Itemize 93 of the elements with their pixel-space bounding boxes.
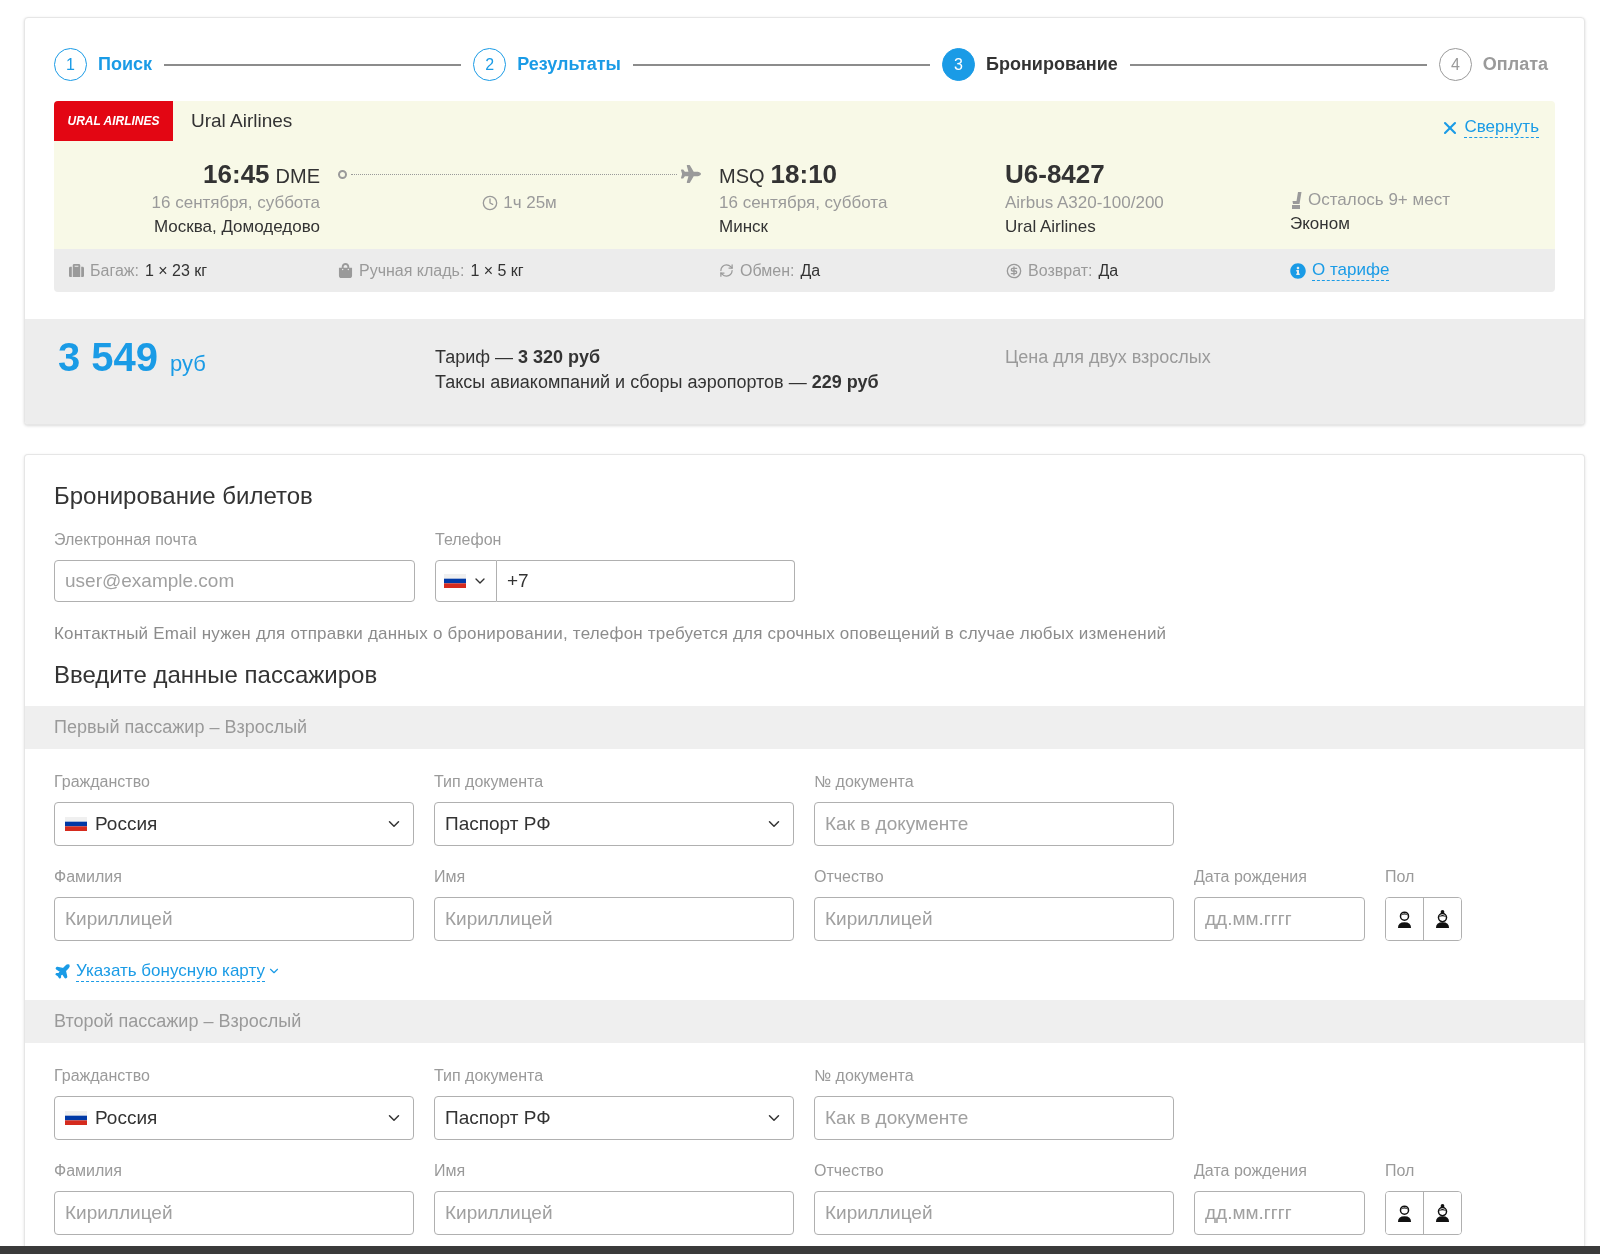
text-field[interactable]: Кириллицей <box>814 897 1174 941</box>
fare-line: Тариф — 3 320 руб <box>435 346 600 369</box>
man-icon <box>1397 910 1412 928</box>
text-field[interactable]: Кириллицей <box>54 1191 414 1235</box>
operator-name: Ural Airlines <box>1005 216 1096 238</box>
suitcase-icon <box>69 263 84 278</box>
date-field[interactable]: дд.мм.гггг <box>1194 1191 1365 1235</box>
field-label: Имя <box>434 1161 466 1181</box>
condition-label: Ручная кладь: <box>359 260 465 281</box>
text-field[interactable]: Кириллицей <box>434 897 794 941</box>
field-label: Тип документа <box>434 1066 544 1086</box>
aircraft-model: Airbus A320-100/200 <box>1005 192 1164 214</box>
flag-icon <box>65 1111 87 1125</box>
email-field[interactable]: user@example.com <box>54 560 415 602</box>
field-label: Гражданство <box>54 1066 150 1086</box>
man-icon <box>1397 1204 1412 1222</box>
flag-icon <box>65 817 87 831</box>
bag-icon <box>338 263 353 278</box>
coin-icon <box>1006 262 1022 279</box>
passenger-header: Первый пассажир – Взрослый <box>25 706 1584 749</box>
step-label: Бронирование <box>986 53 1118 76</box>
arrival-date: 16 сентября, суббота <box>719 192 888 214</box>
female-button[interactable] <box>1423 1192 1461 1234</box>
field-label: № документа <box>814 772 914 792</box>
text-field[interactable]: Кириллицей <box>814 1191 1174 1235</box>
step-number: 2 <box>473 48 507 81</box>
seat-icon <box>1290 191 1302 209</box>
phone-field[interactable]: +7 <box>497 560 795 602</box>
field-label: Имя <box>434 867 466 887</box>
condition-label: Багаж: <box>90 260 139 281</box>
field-label: Отчество <box>814 1161 884 1181</box>
text-field[interactable]: Как в документе <box>814 802 1174 846</box>
taxes-line: Таксы авиакомпаний и сборы аэропортов — 229 руб <box>435 371 879 394</box>
condition-value: 1 × 5 кг <box>470 260 524 281</box>
condition-value: Да <box>1098 260 1119 281</box>
passengers-title: Введите данные пассажиров <box>54 660 378 690</box>
field-label: Пол <box>1385 1161 1415 1181</box>
clock-icon <box>482 195 499 211</box>
field-label: Фамилия <box>54 1161 122 1181</box>
field-label: Дата рождения <box>1194 1161 1307 1181</box>
condition-label: Возврат: <box>1028 260 1093 281</box>
departure-date: 16 сентября, суббота <box>151 192 320 214</box>
country-code-dropdown[interactable] <box>435 560 497 602</box>
total-price: 3 549 <box>58 334 159 381</box>
field-label: Тип документа <box>434 772 544 792</box>
step-number: 3 <box>942 48 976 81</box>
airport-code: DME <box>275 164 320 189</box>
condition-label: Обмен: <box>740 260 795 281</box>
field-label: Фамилия <box>54 867 122 887</box>
cabin-class: Эконом <box>1290 213 1350 235</box>
airport-code: MSQ <box>719 164 765 189</box>
flight-duration: 1ч 25м <box>503 192 557 215</box>
field-label: Отчество <box>814 867 884 887</box>
flight-number: U6-8427 <box>1005 160 1105 188</box>
select-field[interactable]: Россия <box>54 802 414 846</box>
field-label: Электронная почта <box>54 530 197 550</box>
flag-icon <box>444 574 466 588</box>
field-label: Телефон <box>435 530 502 550</box>
select-field[interactable]: Россия <box>54 1096 414 1140</box>
select-field[interactable]: Паспорт РФ <box>434 1096 794 1140</box>
refresh-icon <box>719 263 734 278</box>
price-note: Цена для двух взрослых <box>1005 347 1211 367</box>
step-label: Оплата <box>1482 53 1548 76</box>
woman-icon <box>1435 910 1450 928</box>
plane-icon <box>54 962 71 980</box>
plane-icon <box>681 164 701 184</box>
field-label: Гражданство <box>54 772 150 792</box>
passenger-header: Второй пассажир – Взрослый <box>25 1000 1584 1043</box>
field-label: № документа <box>814 1066 914 1086</box>
text-field[interactable]: Кириллицей <box>434 1191 794 1235</box>
arrival-time: 18:10 <box>770 160 838 188</box>
info-icon <box>1290 262 1306 279</box>
text-field[interactable]: Кириллицей <box>54 897 414 941</box>
woman-icon <box>1435 1204 1450 1222</box>
currency: руб <box>170 350 206 378</box>
condition-value: 1 × 23 кг <box>144 260 208 281</box>
booking-title: Бронирование билетов <box>54 481 313 511</box>
contact-note: Контактный Email нужен для отправки данных о бронировании, телефон требуется для срочных оповещений в случае любых изменений <box>54 624 1167 644</box>
select-field[interactable]: Паспорт РФ <box>434 802 794 846</box>
departure-city: Москва, Домодедово <box>153 216 320 238</box>
step-number: 4 <box>1438 48 1472 81</box>
arrival-city: Минск <box>719 216 768 238</box>
field-label: Дата рождения <box>1194 867 1307 887</box>
condition-value: Да <box>800 260 821 281</box>
airline-logo: URAL AIRLINES <box>54 101 173 141</box>
date-field[interactable]: дд.мм.гггг <box>1194 897 1365 941</box>
field-label: Пол <box>1385 867 1415 887</box>
text-field[interactable]: Как в документе <box>814 1096 1174 1140</box>
step-number: 1 <box>54 48 87 81</box>
female-button[interactable] <box>1423 898 1461 940</box>
departure-time: 16:45 <box>203 160 270 188</box>
seats-left: Осталось 9+ мест <box>1308 189 1450 212</box>
airline-name: Ural Airlines <box>191 108 293 133</box>
